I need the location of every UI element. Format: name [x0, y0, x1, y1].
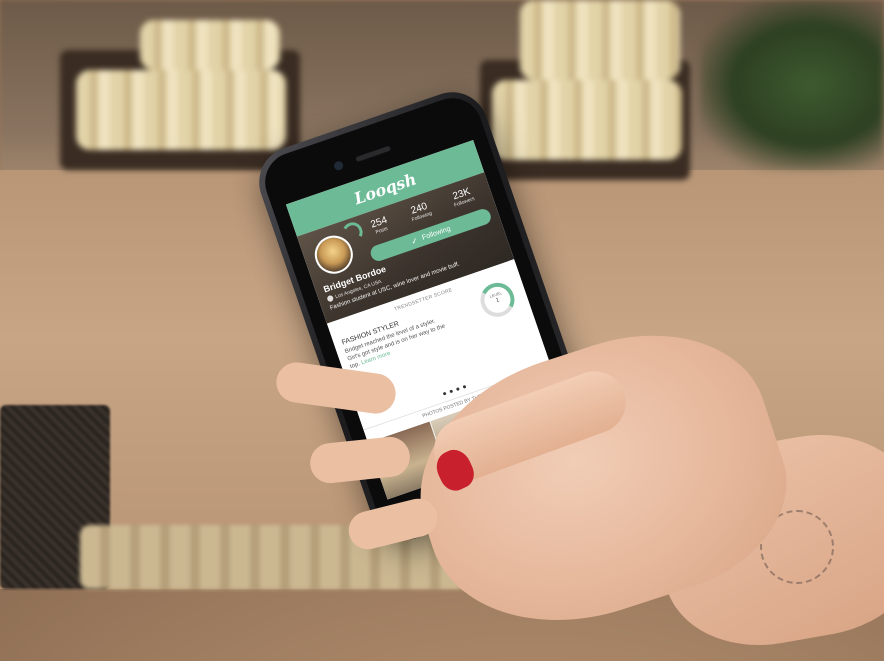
location-pin-icon: ⬤	[326, 295, 335, 304]
pager-dot[interactable]	[455, 387, 460, 391]
pager-dot[interactable]	[442, 391, 447, 396]
check-icon: ✓	[409, 235, 420, 246]
stat-following[interactable]: 240 Following	[407, 200, 433, 223]
pager-dot[interactable]	[449, 389, 454, 394]
earpiece-speaker	[355, 145, 391, 163]
front-camera	[332, 160, 345, 172]
stat-posts[interactable]: 254 Posts	[369, 215, 390, 237]
following-button-label: Following	[421, 224, 452, 242]
pager-dot[interactable]	[462, 384, 467, 389]
stat-followers[interactable]: 23K Followers	[450, 186, 475, 208]
